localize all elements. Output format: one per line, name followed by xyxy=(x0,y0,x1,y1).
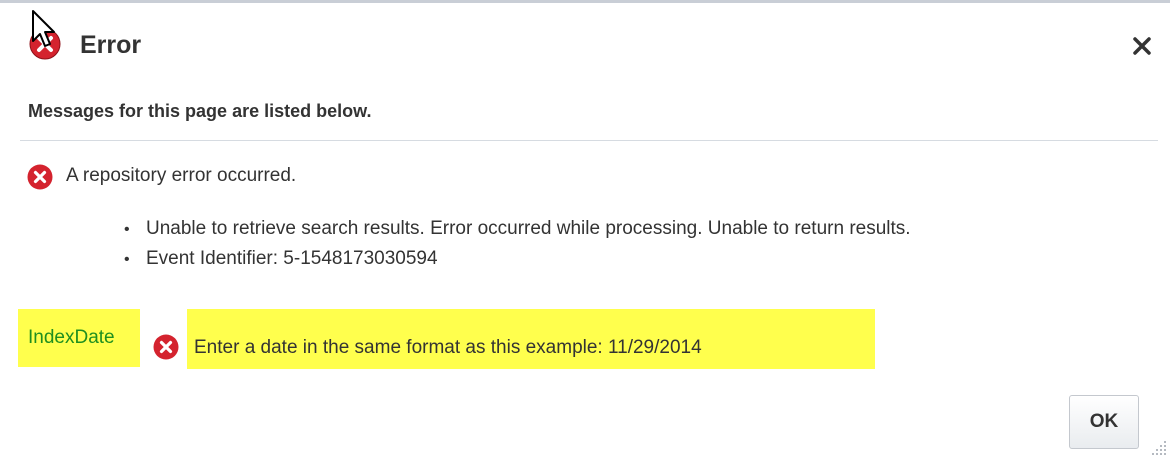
mouse-cursor-icon xyxy=(32,10,55,47)
messages-header: Messages for this page are listed below. xyxy=(28,101,372,121)
bullet-icon: • xyxy=(124,251,130,268)
ok-button[interactable]: OK xyxy=(1069,395,1139,449)
dialog-title: Error xyxy=(80,31,142,59)
bullet-icon: • xyxy=(124,221,130,238)
detail-text: Event Identifier: 5-1548173030594 xyxy=(146,248,438,269)
field-error-message: Enter a date in the same format as this … xyxy=(187,309,875,369)
error-icon xyxy=(27,164,53,190)
detail-text: Unable to retrieve search results. Error… xyxy=(146,218,911,239)
list-item: • Event Identifier: 5-1548173030594 xyxy=(124,245,911,275)
repository-error-message: A repository error occurred. xyxy=(66,165,297,186)
error-detail-list: • Unable to retrieve search results. Erro… xyxy=(124,215,911,275)
divider xyxy=(20,140,1158,141)
error-dialog: Error Messages for this page are listed … xyxy=(0,0,1170,459)
close-icon[interactable] xyxy=(1127,31,1157,61)
field-label-indexdate[interactable]: IndexDate xyxy=(18,309,140,367)
list-item: • Unable to retrieve search results. Erro… xyxy=(124,215,911,245)
dialog-titlebar: Error xyxy=(0,6,1170,83)
error-icon xyxy=(153,334,179,360)
resize-grip-icon[interactable] xyxy=(1150,439,1168,457)
